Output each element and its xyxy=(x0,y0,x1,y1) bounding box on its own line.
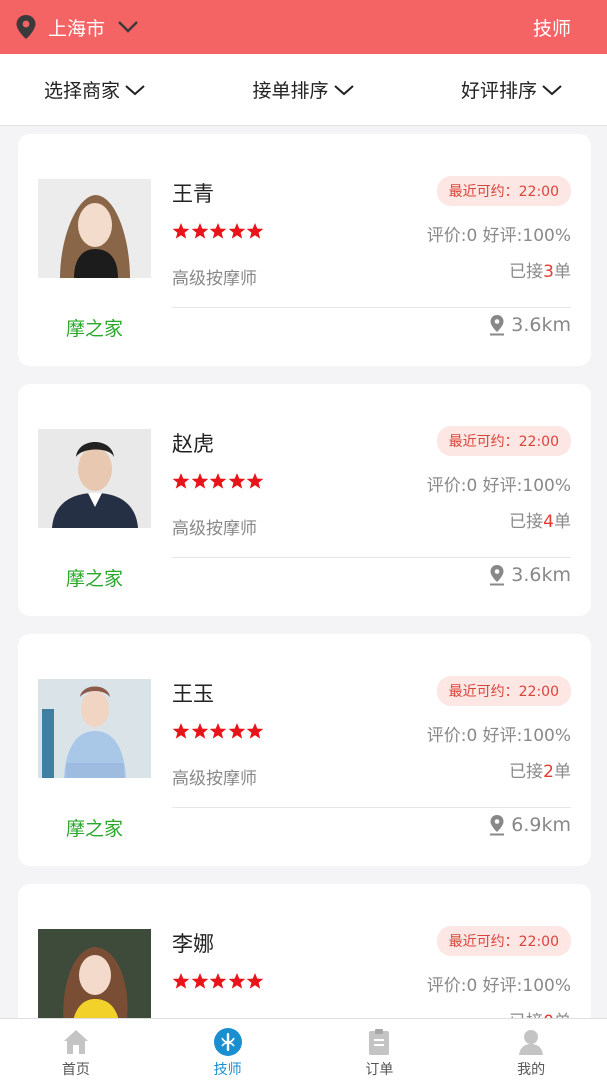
technician-list: 摩之家 王青 高级按摩师 最近可约：22:00 评价:0 好评:100% 已接3… xyxy=(0,126,607,1018)
technician-photo xyxy=(38,929,151,1018)
home-icon xyxy=(63,1030,88,1054)
clipboard-icon xyxy=(369,1029,390,1055)
technician-card[interactable]: 李娜 最近可约：22:00 评价:0 好评:100% 已接0单 xyxy=(18,884,591,1018)
technician-card[interactable]: 摩之家 赵虎 高级按摩师 最近可约：22:00 评价:0 好评:100% 已接4… xyxy=(18,384,591,616)
technician-name: 王玉 xyxy=(172,682,214,706)
star-icon xyxy=(191,973,208,989)
chevron-down-icon xyxy=(118,21,138,33)
filter-merchant[interactable]: 选择商家 xyxy=(44,76,146,103)
star-icon xyxy=(246,973,264,989)
chevron-down-icon xyxy=(125,84,145,95)
technician-card[interactable]: 摩之家 王青 高级按摩师 最近可约：22:00 评价:0 好评:100% 已接3… xyxy=(18,134,591,366)
review-summary: 评价:0 好评:100% xyxy=(426,226,571,246)
review-summary: 评价:0 好评:100% xyxy=(426,476,571,496)
chevron-down-icon xyxy=(333,84,354,95)
orders-count: 已接0单 xyxy=(509,1007,571,1018)
review-summary: 评价:0 好评:100% xyxy=(426,976,571,996)
technician-name: 王青 xyxy=(172,182,214,206)
tab-label: 技师 xyxy=(213,1062,242,1078)
shop-name[interactable]: 摩之家 xyxy=(38,564,151,591)
orders-count: 已接3单 xyxy=(509,262,571,282)
star-icon xyxy=(172,223,190,239)
tab-label: 订单 xyxy=(365,1062,394,1078)
technician-title: 高级按摩师 xyxy=(172,769,257,789)
chevron-down-icon xyxy=(542,84,562,95)
filter-label: 选择商家 xyxy=(44,80,121,102)
location-pin-icon xyxy=(16,15,36,39)
top-header: 上海市 技师 xyxy=(0,0,607,54)
technician-title: 高级按摩师 xyxy=(172,269,257,289)
star-icon xyxy=(246,223,264,239)
technician-photo xyxy=(38,679,151,778)
tab-label: 首页 xyxy=(61,1062,90,1078)
filter-rating-sort[interactable]: 好评排序 xyxy=(461,76,563,103)
star-icon xyxy=(209,473,227,489)
tab-home[interactable]: 首页 xyxy=(0,1019,152,1080)
filter-order-sort[interactable]: 接单排序 xyxy=(252,76,354,103)
star-icon xyxy=(228,223,245,239)
orders-count: 已接2单 xyxy=(509,762,571,782)
star-icon xyxy=(228,723,245,739)
location-pin-icon xyxy=(490,815,505,836)
location-pin-icon xyxy=(490,565,505,586)
technician-name: 赵虎 xyxy=(172,432,214,456)
star-rating xyxy=(172,222,265,240)
filter-bar: 选择商家 接单排序 好评排序 xyxy=(0,54,607,126)
filter-label: 好评排序 xyxy=(460,80,537,102)
star-icon xyxy=(209,723,227,739)
availability-badge: 最近可约：22:00 xyxy=(436,676,571,706)
filter-label: 接单排序 xyxy=(252,80,329,102)
user-icon xyxy=(519,1030,544,1055)
divider xyxy=(172,807,571,808)
star-icon xyxy=(172,723,190,739)
star-icon xyxy=(209,223,227,239)
technician-photo xyxy=(38,429,151,528)
technician-card[interactable]: 摩之家 王玉 高级按摩师 最近可约：22:00 评价:0 好评:100% 已接2… xyxy=(18,634,591,866)
city-selector[interactable]: 上海市 xyxy=(16,14,139,41)
star-icon xyxy=(172,973,190,989)
availability-badge: 最近可约：22:00 xyxy=(436,176,571,206)
star-rating xyxy=(172,472,265,490)
star-icon xyxy=(246,723,264,739)
orders-count: 已接4单 xyxy=(509,512,571,532)
tab-label: 我的 xyxy=(517,1062,546,1078)
review-summary: 评价:0 好评:100% xyxy=(426,726,571,746)
technician-name: 李娜 xyxy=(172,932,214,956)
star-icon xyxy=(191,473,208,489)
star-icon xyxy=(209,973,227,989)
tab-technician[interactable]: 技师 xyxy=(152,1019,304,1080)
technician-title: 高级按摩师 xyxy=(172,519,257,539)
distance: 6.9km xyxy=(489,814,571,836)
shop-name[interactable]: 摩之家 xyxy=(38,314,151,341)
divider xyxy=(172,557,571,558)
bottom-tab-bar: 首页 技师 订单 我的 xyxy=(0,1018,607,1080)
tab-orders[interactable]: 订单 xyxy=(304,1019,456,1080)
page-title: 技师 xyxy=(532,17,571,40)
distance: 3.6km xyxy=(489,314,571,336)
technician-icon xyxy=(213,1028,242,1056)
availability-badge: 最近可约：22:00 xyxy=(436,926,571,956)
divider xyxy=(172,307,571,308)
tab-mine[interactable]: 我的 xyxy=(455,1019,607,1080)
distance: 3.6km xyxy=(489,564,571,586)
shop-name[interactable]: 摩之家 xyxy=(38,814,151,841)
technician-photo xyxy=(38,179,151,278)
star-icon xyxy=(191,223,208,239)
star-icon xyxy=(228,473,245,489)
star-rating xyxy=(172,722,265,740)
star-icon xyxy=(191,723,208,739)
city-label: 上海市 xyxy=(48,17,106,40)
star-icon xyxy=(246,473,264,489)
star-icon xyxy=(172,473,190,489)
star-rating xyxy=(172,972,265,990)
star-icon xyxy=(228,973,245,989)
availability-badge: 最近可约：22:00 xyxy=(436,426,571,456)
location-pin-icon xyxy=(490,315,505,336)
